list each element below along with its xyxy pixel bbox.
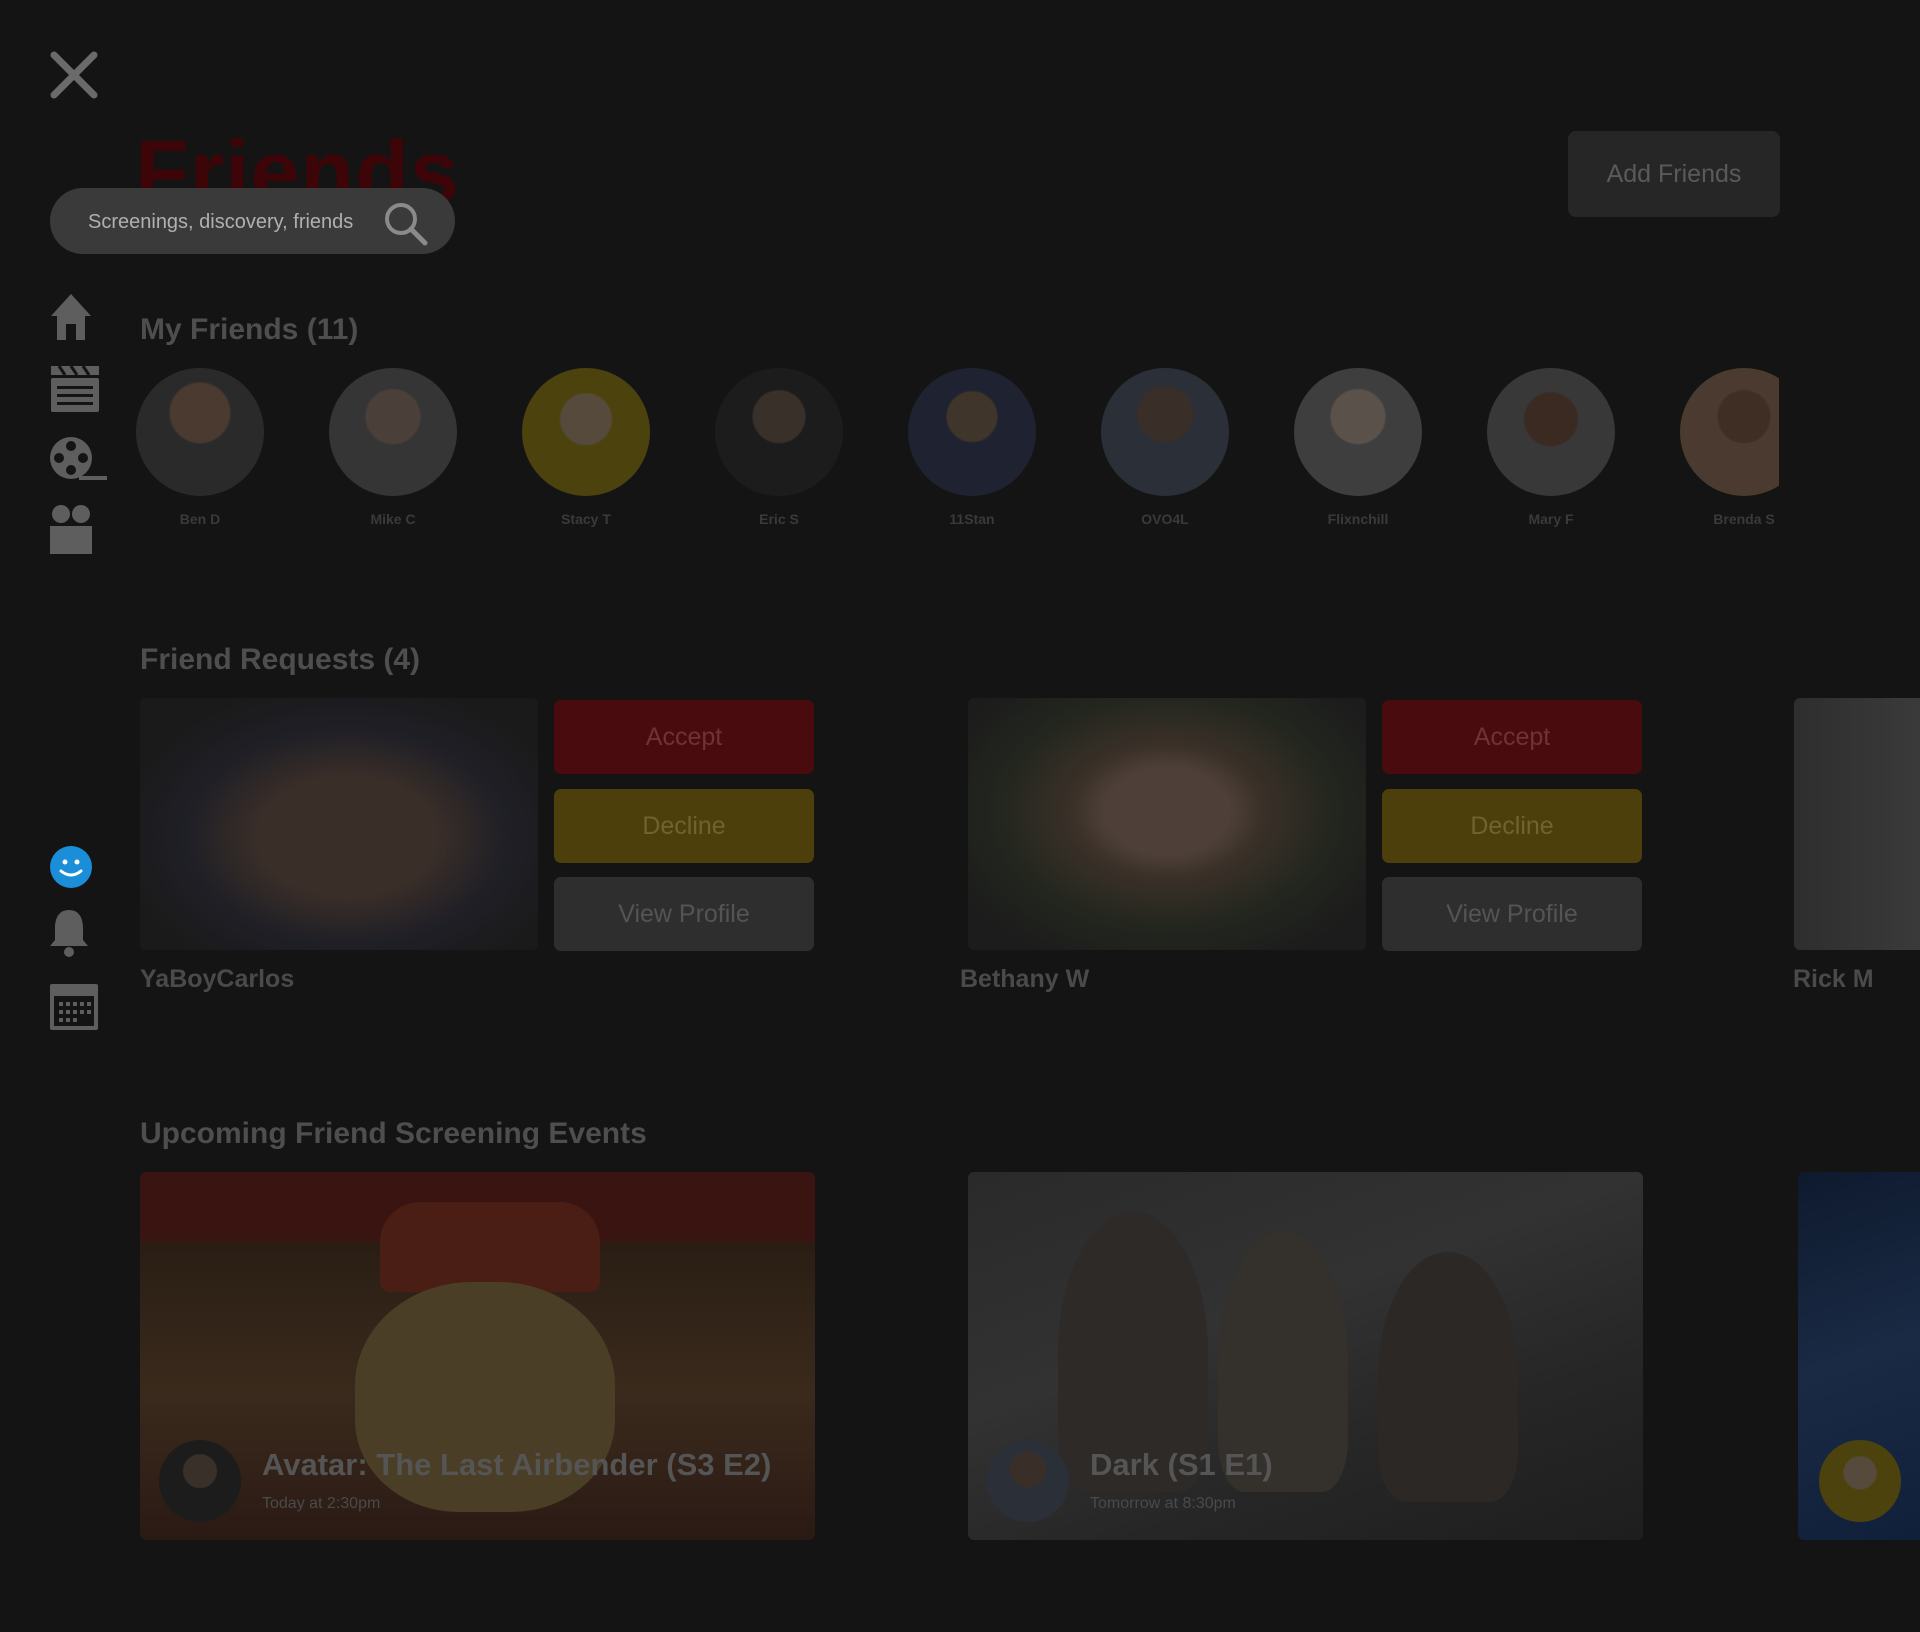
decline-button[interactable]: Decline <box>1382 789 1642 863</box>
my-friends-title: My Friends (11) <box>140 313 359 346</box>
friend-item[interactable]: Eric S <box>714 368 844 527</box>
friend-requests-title: Friend Requests (4) <box>140 643 421 676</box>
avatar <box>159 1440 241 1522</box>
request-photo[interactable] <box>968 698 1366 950</box>
request-photo[interactable] <box>140 698 538 950</box>
add-friends-button[interactable]: Add Friends <box>1568 131 1780 217</box>
friend-item[interactable]: 11Stan <box>907 368 1037 527</box>
request-name: Bethany W <box>960 965 1090 993</box>
home-icon[interactable] <box>49 292 109 342</box>
avatar <box>1101 368 1229 496</box>
friend-name: Eric S <box>759 511 799 527</box>
film-reel-icon[interactable] <box>49 434 109 484</box>
friend-name: Ben D <box>179 511 221 527</box>
search-bar[interactable] <box>50 188 455 256</box>
search-input[interactable] <box>86 188 390 256</box>
event-time: Today at 2:30pm <box>262 1495 381 1512</box>
event-card[interactable]: Avatar: The Last Airbender (S3 E2) Today… <box>140 1172 815 1540</box>
decline-button[interactable]: Decline <box>554 789 814 863</box>
events-title: Upcoming Friend Screening Events <box>140 1117 647 1150</box>
profile-smiley-icon[interactable] <box>49 845 109 895</box>
request-name: YaBoyCarlos <box>140 965 295 993</box>
accept-button[interactable]: Accept <box>1382 700 1642 774</box>
friend-name: Flixnchill <box>1327 511 1389 527</box>
avatar <box>1819 1440 1901 1522</box>
friend-item[interactable]: Flixnchill <box>1293 368 1423 527</box>
bell-icon[interactable] <box>49 908 109 958</box>
view-profile-button[interactable]: View Profile <box>554 877 814 951</box>
calendar-icon[interactable] <box>49 982 109 1032</box>
avatar <box>136 368 264 496</box>
friend-name: Brenda S <box>1713 511 1775 527</box>
friend-item[interactable]: Mary F <box>1486 368 1616 527</box>
friend-item[interactable]: Ben D <box>135 368 265 527</box>
event-card[interactable]: Dark (S1 E1) Tomorrow at 8:30pm <box>968 1172 1643 1540</box>
search-icon[interactable] <box>381 199 429 247</box>
friend-item[interactable]: OVO4L <box>1100 368 1230 527</box>
friend-name: OVO4L <box>1141 511 1189 527</box>
avatar <box>1294 368 1422 496</box>
avatar <box>1487 368 1615 496</box>
friend-item[interactable]: Mike C <box>328 368 458 527</box>
event-time: Tomorrow at 8:30pm <box>1090 1495 1236 1512</box>
friends-icon[interactable] <box>49 504 109 554</box>
friend-name: Mary F <box>1528 511 1574 527</box>
friend-name: Mike C <box>370 511 416 527</box>
avatar <box>987 1440 1069 1522</box>
friend-item[interactable]: Stacy T <box>521 368 651 527</box>
clapperboard-icon[interactable] <box>49 364 109 414</box>
event-artwork <box>380 1202 600 1292</box>
close-icon[interactable] <box>49 50 99 100</box>
avatar <box>715 368 843 496</box>
event-artwork <box>1378 1252 1518 1502</box>
event-card[interactable] <box>1798 1172 1920 1540</box>
avatar <box>329 368 457 496</box>
avatar <box>908 368 1036 496</box>
event-title: Dark (S1 E1) <box>1090 1447 1273 1482</box>
event-title: Avatar: The Last Airbender (S3 E2) <box>262 1447 772 1482</box>
friends-carousel: Ben D Mike C Stacy T Eric S 11Stan OVO4L… <box>135 360 1779 540</box>
request-name: Rick M <box>1793 965 1874 993</box>
avatar <box>522 368 650 496</box>
friend-name: Stacy T <box>561 511 611 527</box>
accept-button[interactable]: Accept <box>554 700 814 774</box>
request-photo[interactable] <box>1794 698 1920 950</box>
friend-name: 11Stan <box>949 511 995 527</box>
avatar <box>1680 368 1779 496</box>
friend-item[interactable]: Brenda S <box>1679 368 1779 527</box>
view-profile-button[interactable]: View Profile <box>1382 877 1642 951</box>
